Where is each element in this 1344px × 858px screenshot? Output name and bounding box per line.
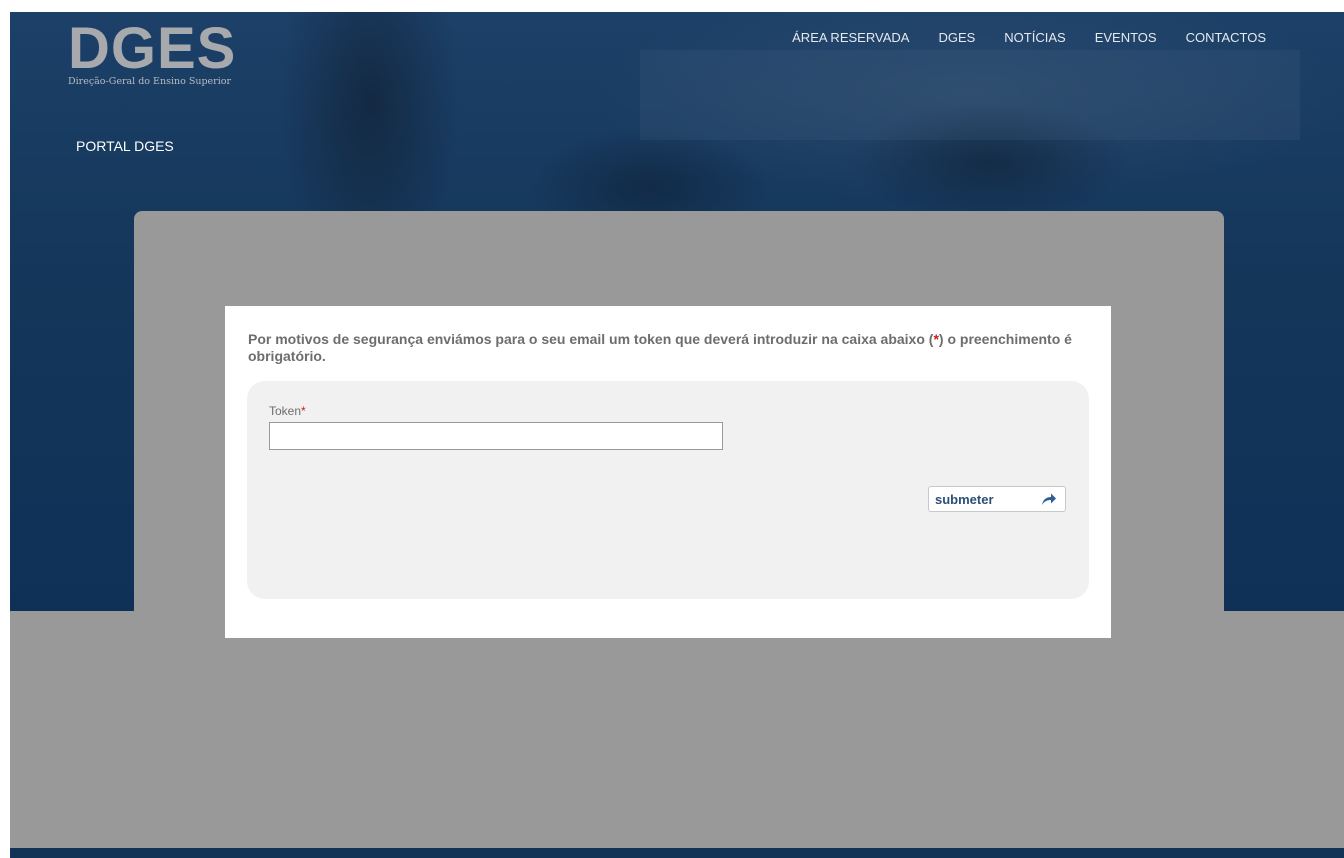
nav-contactos[interactable]: CONTACTOS [1186,30,1266,45]
token-form: Token* submeter [247,381,1089,599]
nav-area-reservada[interactable]: ÁREA RESERVADA [792,30,909,45]
portal-title: PORTAL DGES [76,138,174,154]
token-dialog: Por motivos de segurança enviámos para o… [225,306,1111,638]
main-nav: ÁREA RESERVADA DGES NOTÍCIAS EVENTOS CON… [792,30,1266,45]
token-required-marker: * [301,404,306,418]
security-message: Por motivos de segurança enviámos para o… [248,331,1098,365]
message-text-start: Por motivos de segurança enviámos para o… [248,331,934,347]
dges-logo[interactable]: DGES Direção-Geral do Ensino Superior [68,16,237,88]
nav-dges[interactable]: DGES [938,30,975,45]
logo-mark: DGES [68,16,237,81]
token-input[interactable] [269,422,723,450]
header-photo-overlay [640,50,1300,140]
nav-eventos[interactable]: EVENTOS [1095,30,1157,45]
token-label-text: Token [269,404,302,418]
submit-button[interactable]: submeter [928,486,1066,512]
token-label: Token* [269,404,306,418]
logo-subtitle: Direção-Geral do Ensino Superior [68,76,232,87]
submit-label: submeter [935,491,994,507]
footer-bar [10,848,1344,858]
share-arrow-icon [1042,493,1056,505]
nav-noticias[interactable]: NOTÍCIAS [1004,30,1065,45]
